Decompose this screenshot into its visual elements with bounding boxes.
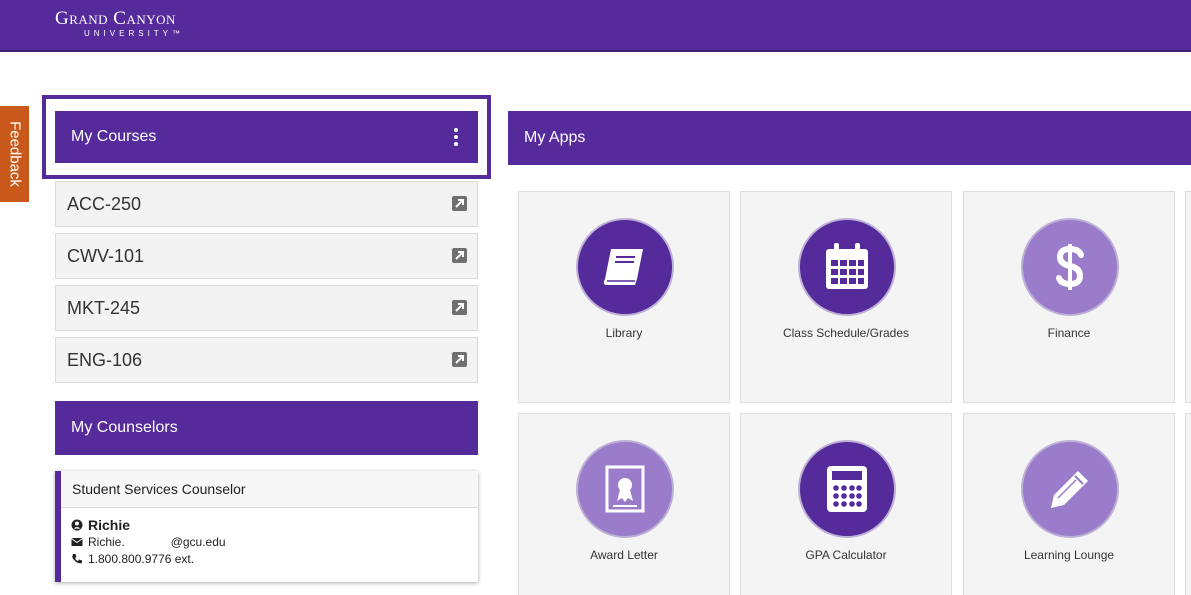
envelope-icon bbox=[71, 537, 83, 546]
app-label: Learning Lounge bbox=[1023, 548, 1115, 562]
app-label: Award Letter bbox=[590, 548, 658, 562]
course-item[interactable]: MKT-245 bbox=[55, 285, 478, 331]
pencil-icon bbox=[1051, 471, 1088, 508]
counselor-email-domain: @gcu.edu bbox=[170, 534, 226, 549]
feedback-label: Feedback bbox=[6, 121, 24, 187]
course-item[interactable]: ENG-106 bbox=[55, 337, 478, 383]
counselor-role: Student Services Counselor bbox=[61, 471, 478, 508]
calculator-icon bbox=[827, 466, 867, 512]
user-circle-icon bbox=[71, 519, 83, 530]
app-icon-circle bbox=[798, 440, 896, 538]
counselor-name: Richie bbox=[88, 516, 131, 533]
app-tile-finance[interactable]: Finance bbox=[963, 191, 1175, 403]
dollar-icon bbox=[1056, 244, 1084, 290]
phone-icon bbox=[72, 553, 82, 563]
counselor-email-row[interactable]: Richie. @gcu.edu bbox=[71, 533, 478, 550]
more-options-icon[interactable] bbox=[454, 128, 458, 146]
my-apps-header: My Apps bbox=[508, 111, 1191, 165]
app-icon-circle bbox=[576, 218, 674, 316]
course-code: CWV-101 bbox=[67, 246, 145, 266]
app-icon-circle bbox=[798, 218, 896, 316]
logo-wordmark: Grand Canyon bbox=[55, 8, 176, 29]
course-item[interactable]: CWV-101 bbox=[55, 233, 478, 279]
calendar-icon bbox=[826, 243, 868, 289]
counselor-name-row: Richie bbox=[71, 516, 478, 533]
app-tile-gpa-calculator[interactable]: GPA Calculator bbox=[740, 413, 952, 595]
my-counselors-header: My Counselors bbox=[55, 401, 478, 455]
app-icon-circle bbox=[1021, 440, 1119, 538]
logo-subtitle: UNIVERSITY™ bbox=[84, 29, 185, 38]
counselor-phone-row: 1.800.800.9776 ext. bbox=[71, 550, 478, 567]
app-label: Finance bbox=[1047, 326, 1091, 340]
external-link-icon[interactable] bbox=[452, 300, 467, 315]
app-tile-learning-lounge[interactable]: Learning Lounge bbox=[963, 413, 1175, 595]
app-tile-class-schedule[interactable]: Class Schedule/Grades bbox=[740, 191, 952, 403]
course-item[interactable]: ACC-250 bbox=[55, 181, 478, 227]
my-counselors-title: My Counselors bbox=[71, 419, 178, 436]
my-courses-focus-frame: My Courses bbox=[42, 95, 491, 179]
counselor-card: Student Services Counselor Richie Richie… bbox=[55, 471, 478, 582]
app-label: GPA Calculator bbox=[805, 548, 887, 562]
counselor-email-prefix: Richie. bbox=[88, 534, 125, 549]
app-label: Class Schedule/Grades bbox=[782, 326, 910, 340]
top-nav-bar: Grand Canyon UNIVERSITY™ bbox=[0, 0, 1191, 52]
award-certificate-icon bbox=[605, 465, 645, 513]
feedback-tab[interactable]: Feedback bbox=[0, 106, 29, 202]
app-tile-partial[interactable] bbox=[1185, 413, 1191, 595]
external-link-icon[interactable] bbox=[452, 248, 467, 263]
external-link-icon[interactable] bbox=[452, 352, 467, 367]
course-code: ENG-106 bbox=[67, 350, 143, 370]
app-icon-circle bbox=[1021, 218, 1119, 316]
course-code: ACC-250 bbox=[67, 194, 142, 214]
app-label: Library bbox=[605, 326, 643, 340]
my-courses-header[interactable]: My Courses bbox=[55, 111, 478, 163]
app-tile-award-letter[interactable]: Award Letter bbox=[518, 413, 730, 595]
course-code: MKT-245 bbox=[67, 298, 141, 318]
counselor-phone: 1.800.800.9776 ext. bbox=[88, 551, 195, 566]
gcu-logo[interactable]: Grand Canyon UNIVERSITY™ bbox=[55, 8, 185, 39]
book-icon bbox=[603, 249, 643, 285]
app-tile-library[interactable]: Library bbox=[518, 191, 730, 403]
app-tile-partial[interactable] bbox=[1185, 191, 1191, 403]
app-icon-circle bbox=[576, 440, 674, 538]
external-link-icon[interactable] bbox=[452, 196, 467, 211]
my-apps-title: My Apps bbox=[524, 129, 586, 146]
my-courses-title: My Courses bbox=[71, 128, 157, 145]
